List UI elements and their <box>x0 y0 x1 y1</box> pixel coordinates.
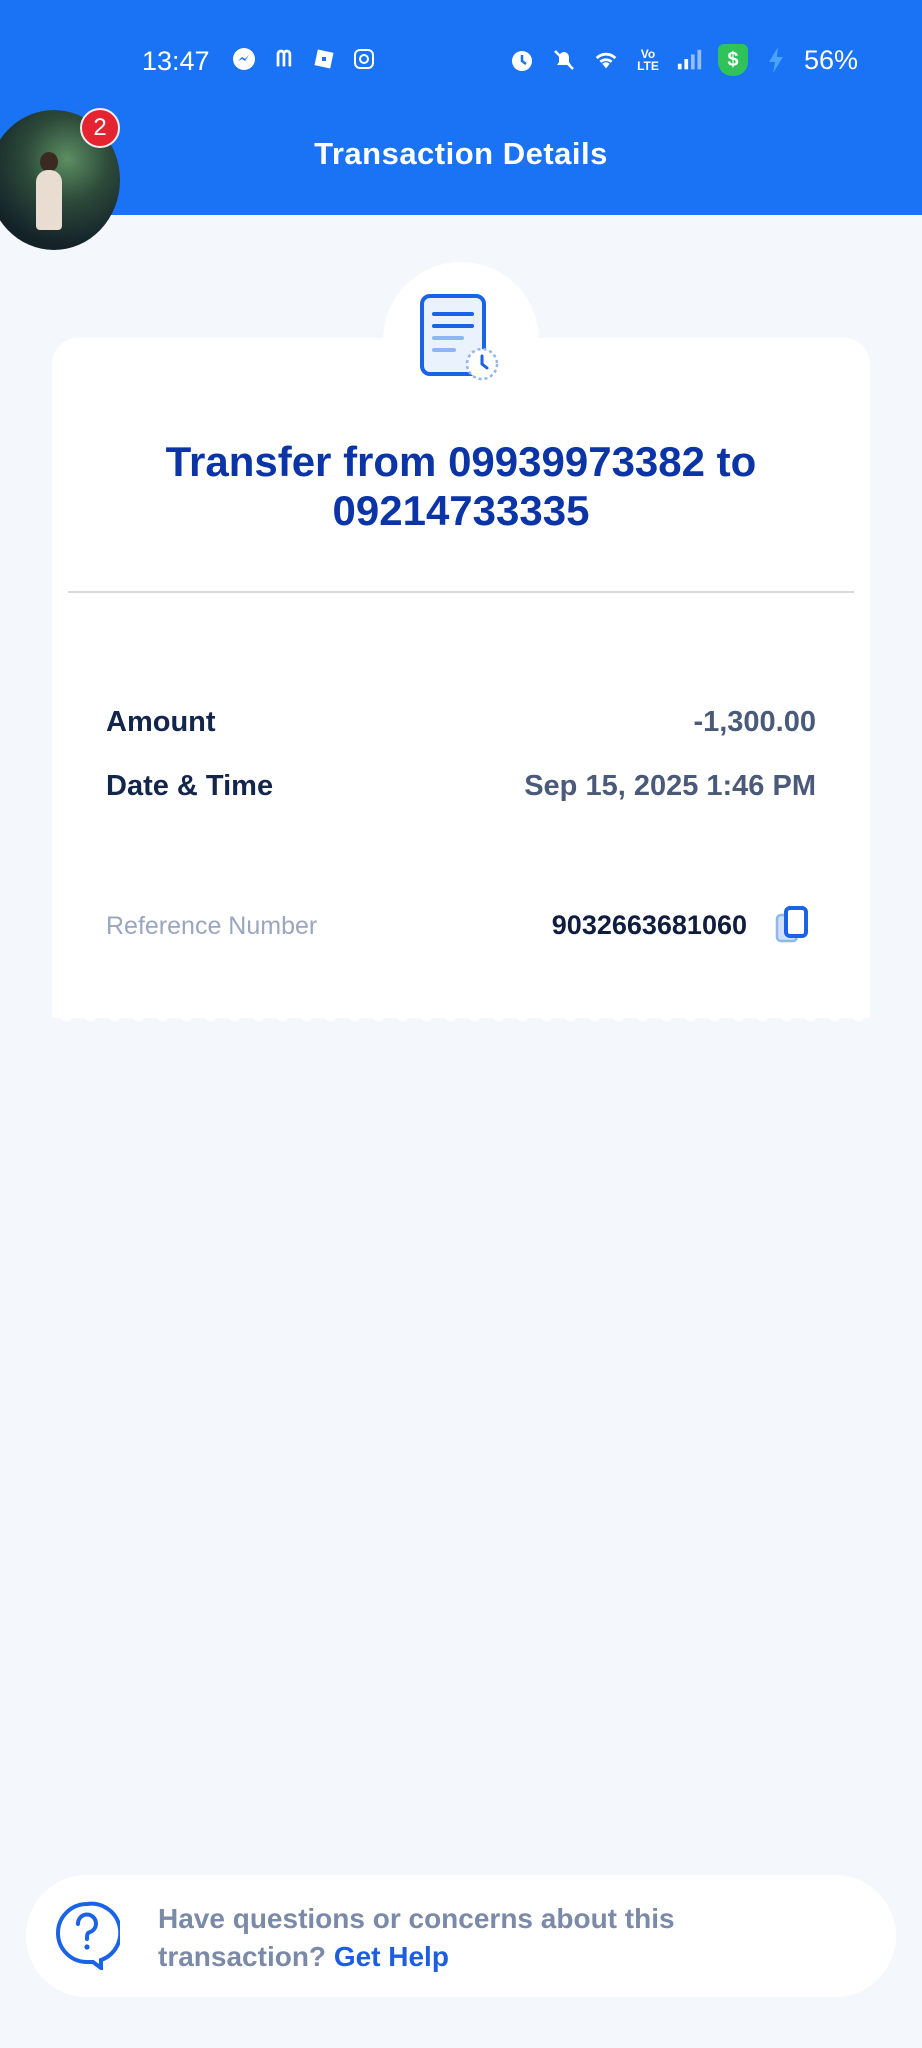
reference-number-value: 9032663681060 <box>551 910 747 940</box>
help-text: Have questions or concerns about this tr… <box>158 1900 718 1976</box>
roblox-icon <box>311 46 337 72</box>
status-right-icons: Vo LTE $ 56% <box>508 44 858 76</box>
security-shield-icon: $ <box>717 44 748 76</box>
signal-icon <box>676 46 704 74</box>
card-divider <box>68 591 854 593</box>
page-title: Transaction Details <box>314 136 608 171</box>
status-app-icons: ᗰ <box>231 46 377 72</box>
status-bar: 13:47 ᗰ Vo LTE $ 56% <box>0 38 922 86</box>
amount-value: -1,300.00 <box>693 706 816 738</box>
avatar-photo-person <box>36 170 62 230</box>
mcdonalds-icon: ᗰ <box>276 46 292 71</box>
transfer-title: Transfer from 09939973382 to 09214733335 <box>165 438 757 534</box>
get-help-link[interactable]: Get Help <box>334 1941 449 1972</box>
status-time: 13:47 <box>142 46 210 76</box>
reference-number-label: Reference Number <box>106 912 318 940</box>
avatar-photo-head <box>40 152 58 172</box>
datetime-value: Sep 15, 2025 1:46 PM <box>524 770 816 802</box>
datetime-label: Date & Time <box>106 770 274 802</box>
mute-icon <box>550 46 578 74</box>
messenger-icon <box>231 46 257 72</box>
receipt-zigzag-edge <box>52 1006 870 1022</box>
charging-icon <box>762 46 790 74</box>
battery-percent: 56% <box>803 44 858 75</box>
app-header <box>0 0 922 215</box>
receipt-document-icon <box>420 294 499 381</box>
question-bubble-icon <box>56 1901 120 1970</box>
copy-icon[interactable] <box>774 905 810 945</box>
wifi-icon <box>592 46 620 74</box>
volte-icon: Vo LTE <box>637 47 659 73</box>
amount-label: Amount <box>106 706 216 738</box>
notification-badge: 2 <box>80 108 120 148</box>
instagram-icon <box>351 46 377 72</box>
alarm-icon <box>508 46 536 74</box>
